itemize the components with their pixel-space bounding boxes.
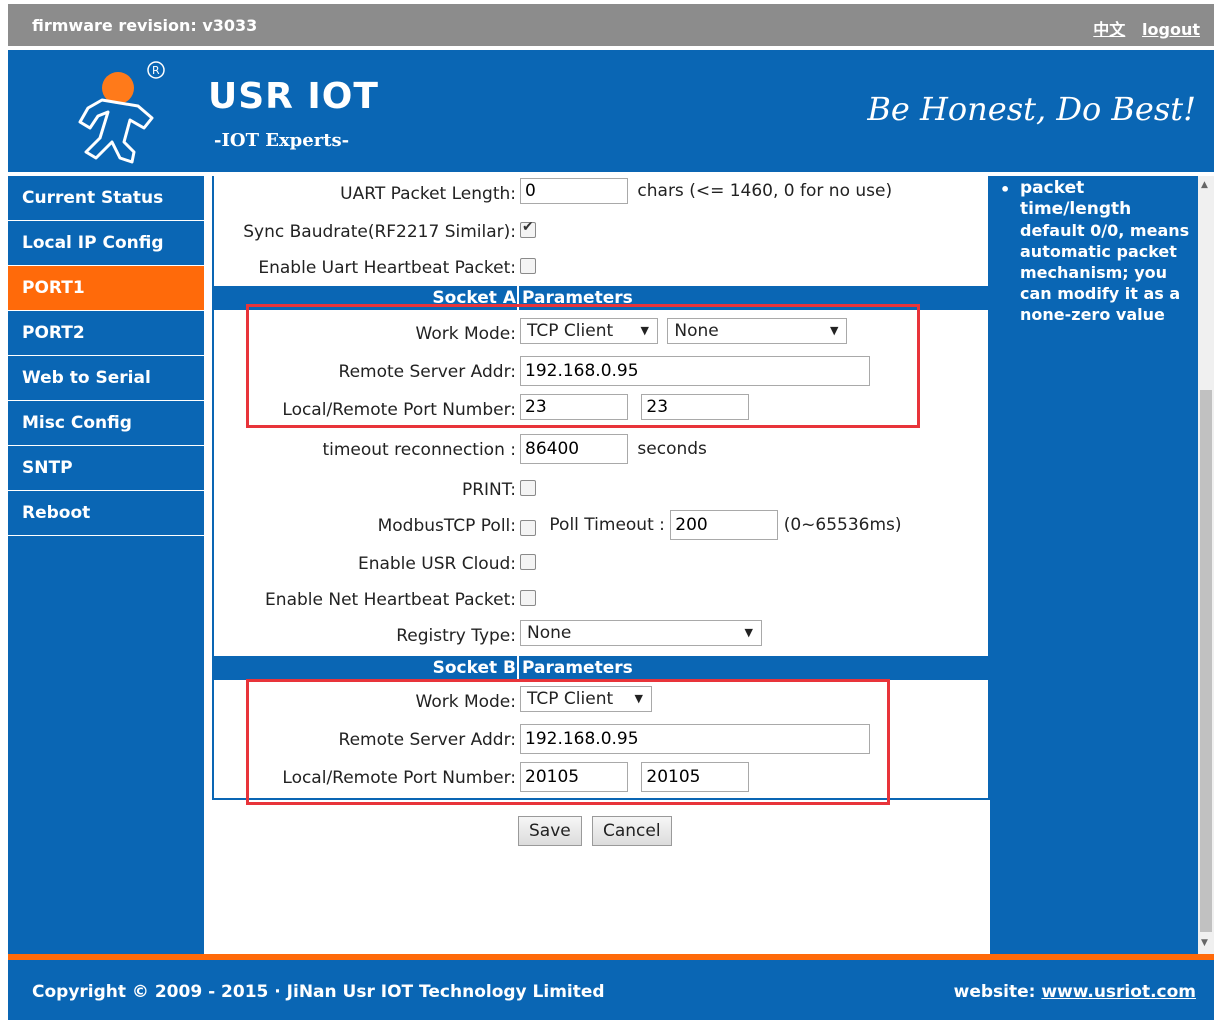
- modbus-label: ModbusTCP Poll:: [377, 516, 516, 536]
- sidebar-item-local-ip-config[interactable]: Local IP Config: [8, 221, 204, 266]
- website-link[interactable]: www.usriot.com: [1041, 982, 1196, 1002]
- timeout-label: timeout reconnection :: [322, 440, 516, 460]
- net-heartbeat-row: Enable Net Heartbeat Packet:: [214, 584, 988, 614]
- sidebar-item-sntp[interactable]: SNTP: [8, 446, 204, 491]
- page-frame: firmware revision: v3033 中文 logout R USR…: [8, 0, 1214, 1020]
- uart-packet-length-row: UART Packet Length: chars (<= 1460, 0 fo…: [214, 178, 988, 208]
- sync-baudrate-row: Sync Baudrate(RF2217 Similar):: [214, 216, 988, 246]
- language-link[interactable]: 中文: [1093, 20, 1125, 39]
- top-bar: firmware revision: v3033 中文 logout: [8, 4, 1214, 46]
- website-info: website: www.usriot.com: [954, 982, 1196, 1002]
- main-content: UART Packet Length: chars (<= 1460, 0 fo…: [204, 176, 990, 954]
- help-panel: • packet time/length default 0/0, means …: [990, 176, 1198, 954]
- uart-packet-length-label: UART Packet Length:: [340, 184, 516, 204]
- website-label: website:: [953, 982, 1036, 1002]
- header-divider: [517, 656, 519, 680]
- socket-b-highlight-box: [246, 679, 890, 805]
- brand-name: USR IOT: [208, 76, 379, 117]
- brand-subtitle: -IOT Experts-: [214, 130, 350, 151]
- print-row: PRINT:: [214, 474, 988, 504]
- cancel-button[interactable]: Cancel: [592, 816, 672, 846]
- uart-heartbeat-label: Enable Uart Heartbeat Packet:: [258, 258, 516, 278]
- footer: Copyright © 2009 - 2015 · JiNan Usr IOT …: [8, 960, 1214, 1020]
- usr-cloud-label: Enable USR Cloud:: [357, 554, 516, 574]
- sidebar-item-port1[interactable]: PORT1: [8, 266, 204, 311]
- slogan: Be Honest, Do Best!: [867, 90, 1196, 128]
- registry-row: Registry Type: None ▼: [214, 620, 988, 650]
- modbus-row: ModbusTCP Poll: Poll Timeout : (0~65536m…: [214, 510, 988, 540]
- registry-label: Registry Type:: [396, 626, 516, 646]
- copyright-text: Copyright © 2009 - 2015 · JiNan Usr IOT …: [32, 982, 605, 1002]
- socket-b-title: Socket B: [432, 658, 516, 678]
- scrollbar-thumb[interactable]: [1200, 390, 1212, 932]
- socket-a-highlight-box: [246, 304, 920, 428]
- uart-heartbeat-row: Enable Uart Heartbeat Packet:: [214, 252, 988, 282]
- bullet-icon: •: [1000, 180, 1011, 199]
- sidebar-item-misc-config[interactable]: Misc Config: [8, 401, 204, 446]
- timeout-unit: seconds: [637, 439, 707, 459]
- scroll-down-icon[interactable]: ▼: [1201, 938, 1208, 948]
- net-heartbeat-label: Enable Net Heartbeat Packet:: [265, 590, 516, 610]
- timeout-input[interactable]: [520, 434, 628, 464]
- modbus-checkbox[interactable]: [520, 520, 536, 536]
- uart-packet-length-input[interactable]: [520, 178, 628, 204]
- poll-timeout-range: (0~65536ms): [783, 515, 902, 535]
- chevron-down-icon: ▼: [744, 626, 753, 639]
- usr-cloud-row: Enable USR Cloud:: [214, 548, 988, 578]
- print-checkbox[interactable]: [520, 480, 536, 496]
- sidebar-item-reboot[interactable]: Reboot: [8, 491, 204, 536]
- poll-timeout-label: Poll Timeout :: [549, 515, 665, 535]
- uart-heartbeat-checkbox[interactable]: [520, 258, 536, 274]
- sync-baudrate-checkbox[interactable]: [520, 219, 536, 238]
- socket-b-header: Socket B Parameters: [214, 656, 988, 680]
- save-button[interactable]: Save: [518, 816, 582, 846]
- sidebar-item-current-status[interactable]: Current Status: [8, 176, 204, 221]
- svg-text:R: R: [152, 64, 160, 77]
- help-title: packet time/length: [1020, 178, 1132, 219]
- print-label: PRINT:: [461, 480, 516, 500]
- sidebar: Current Status Local IP Config PORT1 POR…: [8, 176, 204, 954]
- sidebar-item-port2[interactable]: PORT2: [8, 311, 204, 356]
- logout-link[interactable]: logout: [1142, 20, 1200, 39]
- socket-b-params-title: Parameters: [522, 658, 633, 678]
- scroll-up-icon[interactable]: ▲: [1201, 180, 1208, 190]
- help-text: packet time/length default 0/0, means au…: [1020, 178, 1190, 325]
- header-banner: R USR IOT -IOT Experts- Be Honest, Do Be…: [8, 50, 1214, 172]
- timeout-row: timeout reconnection : seconds: [214, 434, 988, 464]
- uart-packet-length-hint: chars (<= 1460, 0 for no use): [637, 181, 893, 201]
- registry-type-select[interactable]: None ▼: [520, 620, 762, 646]
- help-scrollbar[interactable]: ▲ ▼: [1198, 176, 1214, 954]
- net-heartbeat-checkbox[interactable]: [520, 590, 536, 606]
- sync-baudrate-label: Sync Baudrate(RF2217 Similar):: [243, 222, 516, 242]
- usr-logo-icon: R: [72, 58, 172, 172]
- usr-cloud-checkbox[interactable]: [520, 554, 536, 570]
- poll-timeout-input[interactable]: [670, 510, 779, 540]
- firmware-revision: firmware revision: v3033: [32, 16, 258, 35]
- top-links: 中文 logout: [1093, 16, 1200, 40]
- help-body: default 0/0, means automatic packet mech…: [1020, 221, 1190, 324]
- sidebar-item-web-to-serial[interactable]: Web to Serial: [8, 356, 204, 401]
- registry-type-value: None: [527, 623, 572, 643]
